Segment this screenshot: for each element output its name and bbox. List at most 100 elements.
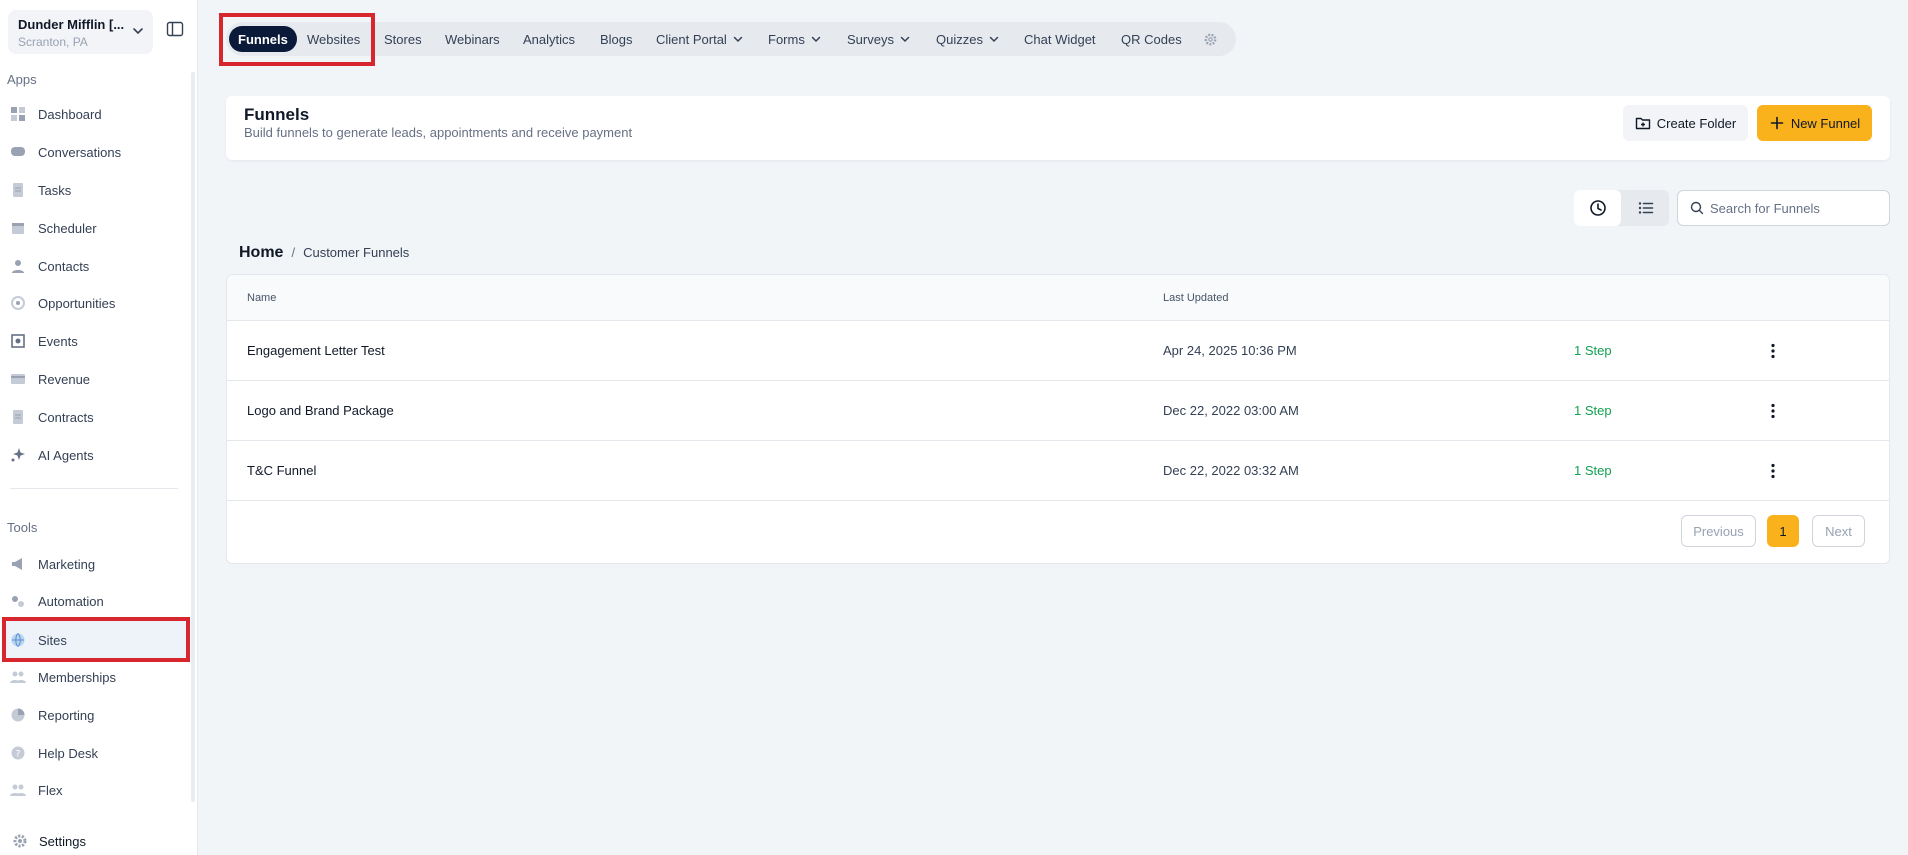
sidebar-item-reporting[interactable]: Reporting <box>10 704 94 726</box>
pagination-next-button[interactable]: Next <box>1812 515 1865 547</box>
card-icon <box>10 371 26 387</box>
tab-qr-codes[interactable]: QR Codes <box>1121 26 1182 52</box>
sidebar-item-settings[interactable]: Settings <box>12 833 86 849</box>
tab-stores[interactable]: Stores <box>384 26 422 52</box>
tab-forms[interactable]: Forms <box>768 26 822 52</box>
row-actions-button[interactable] <box>1763 341 1783 361</box>
breadcrumb-home[interactable]: Home <box>239 244 283 262</box>
create-folder-label: Create Folder <box>1656 115 1737 131</box>
search-input[interactable] <box>1710 200 1880 216</box>
sidebar-item-label: Memberships <box>38 669 117 685</box>
chevron-down-icon <box>133 28 143 35</box>
funnel-steps: 1 Step <box>1574 463 1612 478</box>
tab-settings[interactable] <box>1203 26 1218 52</box>
sidebar-item-label: Sites <box>38 632 67 648</box>
column-header-name[interactable]: Name <box>247 292 276 304</box>
breadcrumb: Home / Customer Funnels <box>239 244 409 262</box>
funnel-steps: 1 Step <box>1574 403 1612 418</box>
help-icon: ? <box>10 745 26 761</box>
sidebar-item-help-desk[interactable]: ? Help Desk <box>10 742 98 764</box>
chevron-down-icon <box>900 36 910 43</box>
sidebar-scrollbar[interactable] <box>191 72 195 802</box>
top-navigation: Funnels Websites Stores Webinars Analyti… <box>226 22 1236 56</box>
sidebar-item-revenue[interactable]: Revenue <box>10 368 90 390</box>
people-icon <box>10 669 26 685</box>
sidebar-item-contacts[interactable]: Contacts <box>10 255 89 277</box>
sidebar-item-scheduler[interactable]: Scheduler <box>10 217 97 239</box>
apps-section-label: Apps <box>7 72 37 87</box>
create-folder-button[interactable]: Create Folder <box>1623 105 1748 141</box>
pagination-page-button[interactable]: 1 <box>1767 515 1799 547</box>
gear-icon <box>1204 33 1217 45</box>
table-row[interactable]: Engagement Letter Test Apr 24, 2025 10:3… <box>227 321 1889 381</box>
sidebar-item-ai-agents[interactable]: AI Agents <box>10 444 94 466</box>
sidebar-item-label: Marketing <box>38 556 96 572</box>
pie-icon <box>10 707 26 723</box>
sidebar-item-memberships[interactable]: Memberships <box>10 666 116 688</box>
tools-section-label: Tools <box>7 520 38 535</box>
sidebar-item-contracts[interactable]: Contracts <box>10 406 94 428</box>
sidebar-item-sites[interactable]: Sites <box>10 629 67 651</box>
tab-chat-widget[interactable]: Chat Widget <box>1024 26 1096 52</box>
account-switcher[interactable]: Dunder Mifflin [... Scranton, PA <box>8 10 153 54</box>
table-row[interactable]: T&C Funnel Dec 22, 2022 03:32 AM 1 Step <box>227 441 1889 501</box>
tab-label: QR Codes <box>1121 31 1182 47</box>
sidebar-item-marketing[interactable]: Marketing <box>10 553 95 575</box>
sidebar-item-label: Settings <box>39 833 86 849</box>
megaphone-icon <box>10 556 26 572</box>
funnel-name[interactable]: T&C Funnel <box>247 463 316 478</box>
account-name: Dunder Mifflin [... <box>18 17 125 32</box>
tab-surveys[interactable]: Surveys <box>847 26 911 52</box>
tab-label: Chat Widget <box>1024 31 1096 47</box>
sidebar-item-label: Opportunities <box>38 295 116 311</box>
tab-label: Blogs <box>600 31 633 47</box>
row-actions-button[interactable] <box>1763 461 1783 481</box>
tab-blogs[interactable]: Blogs <box>600 26 633 52</box>
chevron-down-icon <box>989 36 999 43</box>
tab-label: Stores <box>384 31 422 47</box>
gear-icon <box>12 833 28 849</box>
sidebar-item-label: Flex <box>38 782 63 798</box>
list-view-button[interactable] <box>1622 190 1669 226</box>
sidebar-collapse-icon[interactable] <box>166 20 184 38</box>
document-icon <box>10 182 26 198</box>
tabs-highlight-box <box>219 13 375 66</box>
pagination-previous-button[interactable]: Previous <box>1681 515 1756 547</box>
more-vertical-icon <box>1771 403 1775 419</box>
tab-label: Webinars <box>445 31 500 47</box>
table-row[interactable]: Logo and Brand Package Dec 22, 2022 03:0… <box>227 381 1889 441</box>
sidebar-divider <box>10 488 178 489</box>
sidebar-item-conversations[interactable]: Conversations <box>10 141 121 163</box>
table-header: Name Last Updated <box>227 275 1889 321</box>
globe-icon <box>10 632 26 648</box>
sidebar-item-label: Tasks <box>38 182 72 198</box>
row-actions-button[interactable] <box>1763 401 1783 421</box>
sidebar-item-events[interactable]: Events <box>10 330 78 352</box>
sidebar-item-automation[interactable]: Automation <box>10 590 104 612</box>
tab-label: Quizzes <box>936 31 983 47</box>
tab-quizzes[interactable]: Quizzes <box>936 26 1000 52</box>
more-vertical-icon <box>1771 463 1775 479</box>
sidebar-item-label: Automation <box>38 593 104 609</box>
funnel-last-updated: Dec 22, 2022 03:32 AM <box>1163 463 1299 478</box>
search-icon <box>1690 201 1704 215</box>
page-subtitle: Build funnels to generate leads, appoint… <box>244 125 633 140</box>
recent-view-button[interactable] <box>1574 190 1621 226</box>
tab-client-portal[interactable]: Client Portal <box>656 26 744 52</box>
column-header-last-updated[interactable]: Last Updated <box>1163 292 1228 304</box>
tab-analytics[interactable]: Analytics <box>523 26 575 52</box>
gears-icon <box>10 593 26 609</box>
sidebar-item-dashboard[interactable]: Dashboard <box>10 103 102 125</box>
funnel-steps: 1 Step <box>1574 343 1612 358</box>
breadcrumb-current: Customer Funnels <box>303 245 410 260</box>
new-funnel-button[interactable]: New Funnel <box>1757 105 1872 141</box>
document-icon <box>10 409 26 425</box>
sidebar-item-tasks[interactable]: Tasks <box>10 179 71 201</box>
funnel-name[interactable]: Engagement Letter Test <box>247 343 385 358</box>
sidebar-item-label: Contracts <box>38 409 94 425</box>
funnels-table: Name Last Updated Engagement Letter Test… <box>226 274 1890 564</box>
tab-webinars[interactable]: Webinars <box>445 26 500 52</box>
funnel-name[interactable]: Logo and Brand Package <box>247 403 394 418</box>
sidebar-item-flex[interactable]: Flex <box>10 779 63 801</box>
sidebar-item-opportunities[interactable]: Opportunities <box>10 292 115 314</box>
